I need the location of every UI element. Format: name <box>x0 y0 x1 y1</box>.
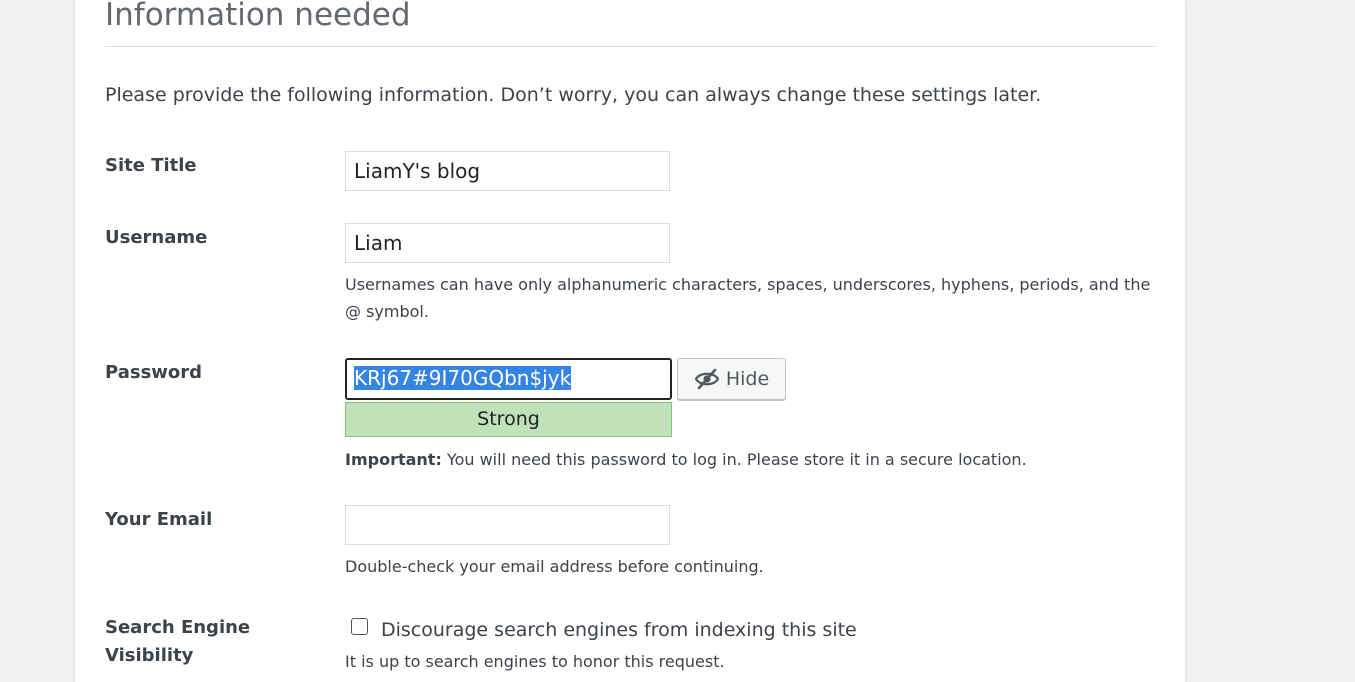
username-help-line1: Usernames can have only alphanumeric cha… <box>345 275 1151 294</box>
search-visibility-label: Search Engine Visibility <box>105 614 250 670</box>
site-title-value: LiamY's blog <box>354 159 481 183</box>
email-help: Double-check your email address before c… <box>345 557 764 576</box>
username-label: Username <box>105 227 208 248</box>
search-visibility-label-line2: Visibility <box>105 645 194 666</box>
discourage-search-checkbox[interactable] <box>351 618 368 635</box>
intro-text: Please provide the following information… <box>105 84 1042 106</box>
hide-button-label: Hide <box>725 368 770 390</box>
hide-password-button[interactable]: Hide <box>677 358 786 400</box>
username-value: Liam <box>354 231 403 255</box>
important-text: You will need this password to log in. P… <box>441 450 1027 469</box>
email-input[interactable] <box>345 505 670 545</box>
site-title-label: Site Title <box>105 155 197 176</box>
username-help: Usernames can have only alphanumeric cha… <box>345 271 1150 325</box>
title-divider <box>105 46 1155 47</box>
password-important-note: Important: You will need this password t… <box>345 446 1027 473</box>
password-value: KRj67#9I70GQbn$jyk <box>354 366 572 390</box>
search-visibility-help: It is up to search engines to honor this… <box>345 652 725 671</box>
page-title: Information needed <box>105 0 411 33</box>
username-help-line2: @ symbol. <box>345 302 429 321</box>
username-input[interactable]: Liam <box>345 223 670 263</box>
password-label: Password <box>105 362 203 383</box>
search-visibility-label-line1: Search Engine <box>105 617 251 638</box>
discourage-search-label[interactable]: Discourage search engines from indexing … <box>381 616 857 644</box>
email-label: Your Email <box>105 509 213 530</box>
password-strength-meter: Strong <box>345 402 672 437</box>
password-input[interactable]: KRj67#9I70GQbn$jyk <box>345 358 672 400</box>
site-title-input[interactable]: LiamY's blog <box>345 151 670 191</box>
important-label: Important: <box>345 450 442 469</box>
eye-slash-icon <box>694 368 720 390</box>
